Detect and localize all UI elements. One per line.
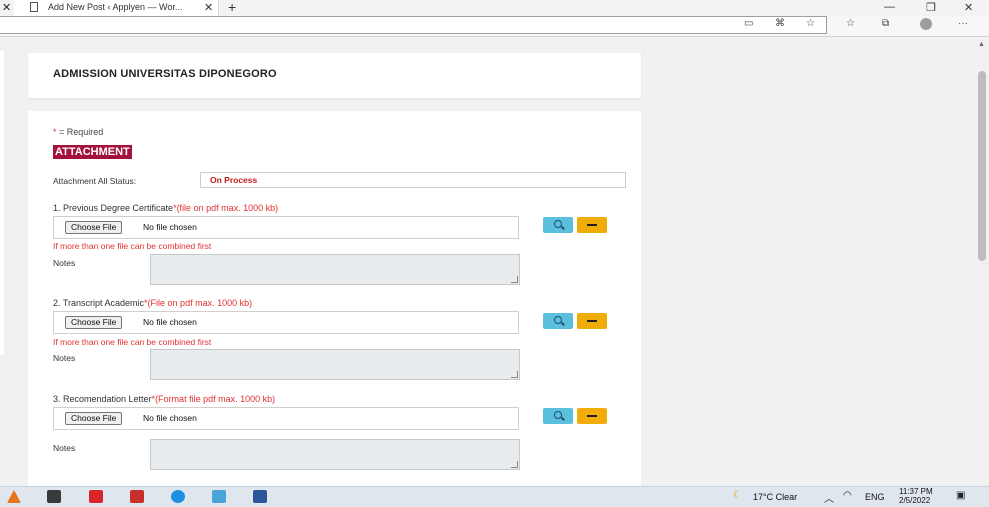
required-legend: * = Required [53,127,104,137]
notes-label: Notes [53,443,76,453]
pdf-app-icon[interactable] [89,490,103,503]
view-button[interactable] [543,217,573,233]
minus-icon [587,224,597,226]
remove-button[interactable] [577,313,607,329]
apps-icon[interactable]: ⌘ [775,18,785,29]
files-app-icon[interactable] [212,490,226,503]
notes-textarea[interactable] [150,349,520,380]
weather-text[interactable]: 17°C Clear [753,492,797,502]
clock-time[interactable]: 11:37 PM [899,487,933,496]
restore-icon[interactable]: ❐ [926,1,936,14]
choose-file-button[interactable]: Choose File [65,316,123,329]
scroll-up-icon[interactable]: ▲ [978,41,985,48]
url-input[interactable] [0,16,827,34]
status-value: On Process [200,172,626,188]
word-app-icon[interactable] [253,490,267,503]
anydesk-app-icon[interactable] [130,490,144,503]
favorites-icon[interactable]: ☆ [846,18,855,29]
section-title: ATTACHMENT [53,145,132,159]
view-button[interactable] [543,408,573,424]
language-indicator[interactable]: ENG [865,492,885,502]
search-icon [554,316,562,324]
tab-close-icon[interactable]: ✕ [204,1,213,14]
address-bar: ▭ ⌘ ☆ ☆ ⧉ ··· [0,16,989,37]
window-close-icon[interactable]: ✕ [964,1,973,14]
file-input-degree: Choose File No file chosen [53,216,519,239]
reader-icon[interactable]: ▭ [744,18,753,29]
browser-tab-bar: ✕ Add New Post ‹ Applyen — Wor... ✕ + — … [0,0,989,16]
status-label: Attachment All Status: [53,176,137,186]
choose-file-button[interactable]: Choose File [65,412,123,425]
header-card: ADMISSION UNIVERSITAS DIPONEGORO [28,53,641,98]
page-title: ADMISSION UNIVERSITAS DIPONEGORO [53,68,277,80]
choose-file-button[interactable]: Choose File [65,221,123,234]
wifi-icon[interactable]: ◠ [843,490,852,501]
notes-label: Notes [53,353,76,363]
windows-taskbar: ☾ 17°C Clear ︿ ◠ ENG 11:37 PM 2/5/2022 ▣ [0,486,989,507]
calculator-app-icon[interactable] [47,490,61,503]
resize-handle[interactable] [511,276,518,283]
attachment-card: * = Required ATTACHMENT Attachment All S… [28,111,641,486]
resize-handle[interactable] [511,371,518,378]
notes-textarea[interactable] [150,254,520,285]
minus-icon [587,320,597,322]
remove-button[interactable] [577,408,607,424]
moon-weather-icon[interactable]: ☾ [733,490,742,501]
notes-label: Notes [53,258,76,268]
item-label-transcript: 2. Transcript Academic*(File on pdf max.… [53,298,253,308]
browser-tab[interactable]: Add New Post ‹ Applyen — Wor... ✕ [14,0,219,16]
search-icon [554,411,562,419]
new-tab-icon[interactable]: + [228,0,236,15]
file-status: No file chosen [143,317,197,327]
file-status: No file chosen [143,222,197,232]
search-icon [554,220,562,228]
notes-textarea[interactable] [150,439,520,470]
favorite-add-icon[interactable]: ☆ [806,18,815,29]
combine-note: If more than one file can be combined fi… [53,337,212,347]
minimize-icon[interactable]: — [884,1,895,13]
close-icon[interactable]: ✕ [2,1,11,14]
collections-icon[interactable]: ⧉ [882,18,889,29]
scroll-thumb[interactable] [978,71,986,261]
page-viewport: ADMISSION UNIVERSITAS DIPONEGORO * = Req… [0,37,975,486]
more-icon[interactable]: ··· [958,18,968,29]
page-icon [30,2,38,12]
notification-icon[interactable]: ▣ [956,490,965,501]
remove-button[interactable] [577,217,607,233]
file-status: No file chosen [143,413,197,423]
chevron-up-icon[interactable]: ︿ [824,490,834,505]
edge-app-icon[interactable] [171,490,185,503]
page-scrollbar[interactable]: ▲ [975,37,989,486]
tab-title: Add New Post ‹ Applyen — Wor... [48,2,183,12]
combine-note: If more than one file can be combined fi… [53,241,212,251]
view-button[interactable] [543,313,573,329]
file-input-transcript: Choose File No file chosen [53,311,519,334]
vlc-app-icon[interactable] [7,490,21,503]
clock-date[interactable]: 2/5/2022 [899,496,930,505]
file-input-recommendation: Choose File No file chosen [53,407,519,430]
resize-handle[interactable] [511,461,518,468]
minus-icon [587,415,597,417]
item-label-recommendation: 3. Recomendation Letter*(Format file pdf… [53,394,276,404]
item-label-degree: 1. Previous Degree Certificate*(file on … [53,203,279,213]
profile-avatar[interactable] [920,18,932,30]
left-panel-edge [0,51,4,355]
